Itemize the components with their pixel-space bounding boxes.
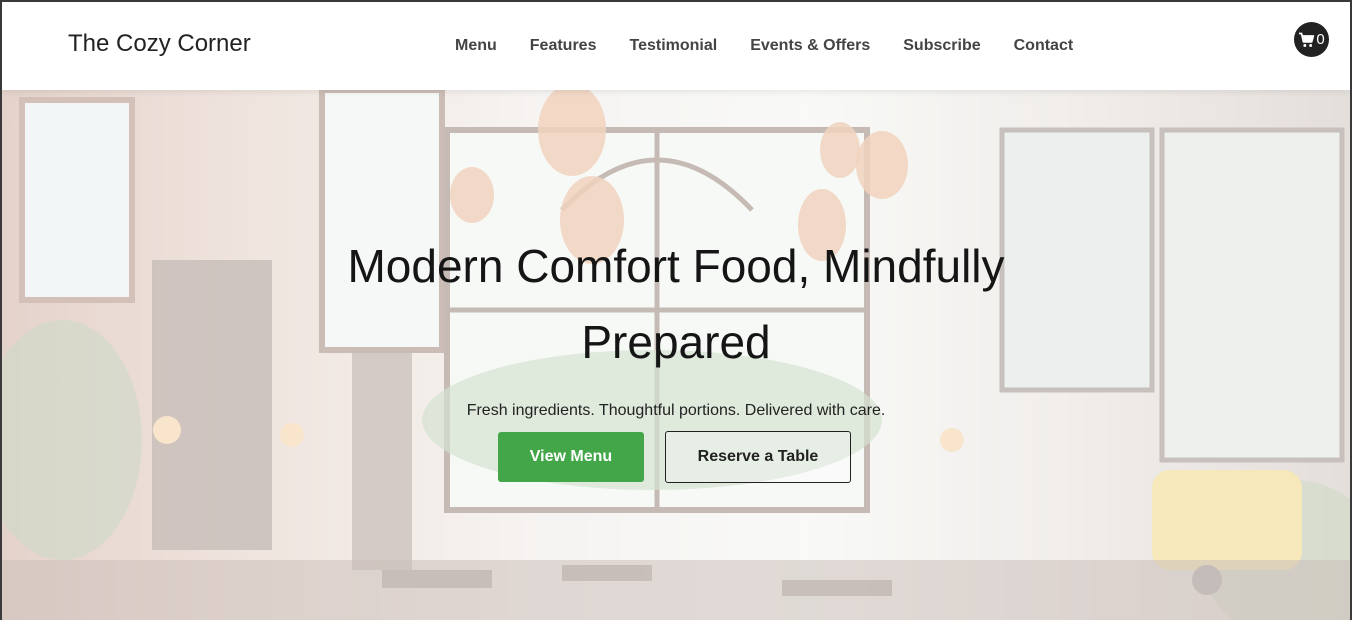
hero-subtitle: Fresh ingredients. Thoughtful portions. …: [466, 402, 886, 419]
hero-headline-line-1: Modern Comfort Food, Mindfully: [347, 240, 1005, 292]
cart-button[interactable]: 0: [1294, 22, 1329, 57]
main-nav: Menu Features Testimonial Events & Offer…: [455, 36, 1073, 56]
nav-link-events-offers[interactable]: Events & Offers: [750, 36, 870, 56]
view-menu-button[interactable]: View Menu: [498, 432, 644, 482]
site-header: The Cozy Corner Menu Features Testimonia…: [2, 2, 1350, 90]
nav-link-contact[interactable]: Contact: [1014, 36, 1074, 56]
hero-headline: Modern Comfort Food, Mindfully Prepared: [2, 228, 1350, 380]
reserve-table-button[interactable]: Reserve a Table: [665, 431, 851, 483]
brand-logo-text[interactable]: The Cozy Corner: [68, 30, 251, 58]
nav-link-menu[interactable]: Menu: [455, 36, 497, 56]
nav-link-features[interactable]: Features: [530, 36, 597, 56]
cart-count-badge: 0: [1316, 31, 1325, 48]
nav-link-testimonial[interactable]: Testimonial: [629, 36, 717, 56]
cart-icon: [1299, 32, 1315, 47]
nav-link-subscribe[interactable]: Subscribe: [903, 36, 980, 56]
hero-section: Modern Comfort Food, Mindfully Prepared …: [2, 90, 1350, 620]
hero-headline-line-2: Prepared: [581, 316, 771, 368]
